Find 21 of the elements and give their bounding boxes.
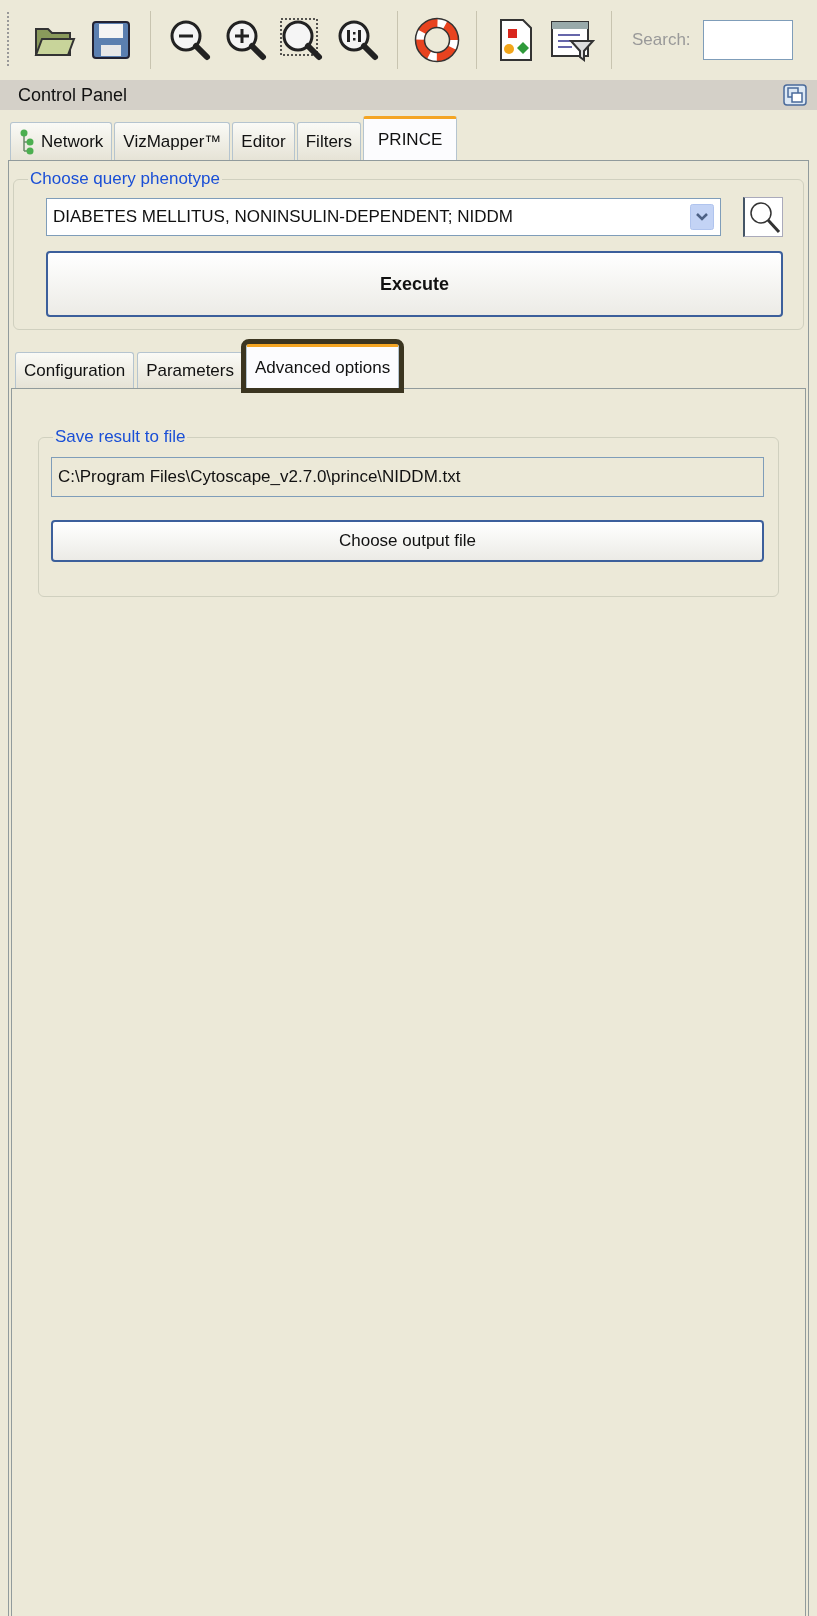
search-field[interactable] <box>702 20 793 60</box>
tab[interactable]: Configuration <box>15 352 135 388</box>
float-window-icon[interactable] <box>783 84 807 106</box>
group-title: Save result to file <box>54 427 187 447</box>
tab[interactable]: Network <box>10 122 113 160</box>
tab[interactable]: PRINCE <box>363 116 458 160</box>
search-icon[interactable] <box>743 197 783 237</box>
tab[interactable]: Filters <box>296 122 361 160</box>
panel-title: Control Panel <box>18 84 128 106</box>
search-label: Search: <box>632 30 691 50</box>
tab[interactable]: Editor <box>232 122 295 160</box>
tab[interactable]: VizMapper™ <box>114 122 231 160</box>
group-title: Choose query phenotype <box>29 169 221 189</box>
tree-icon <box>19 128 35 155</box>
grip-icon <box>6 12 10 68</box>
help-icon[interactable] <box>412 17 462 63</box>
tab[interactable]: Parameters <box>137 352 243 388</box>
phenotype-dropdown[interactable]: DIABETES MELLITUS, NONINSULIN-DEPENDENT; NIDDM <box>46 198 721 236</box>
execute-button[interactable]: Execute <box>46 251 783 317</box>
choose-output-file-button[interactable]: Choose output file <box>51 520 764 562</box>
output-path-field[interactable]: C:\Program Files\Cytoscape_v2.7.0\prince\NIDDM.txt <box>51 457 764 497</box>
